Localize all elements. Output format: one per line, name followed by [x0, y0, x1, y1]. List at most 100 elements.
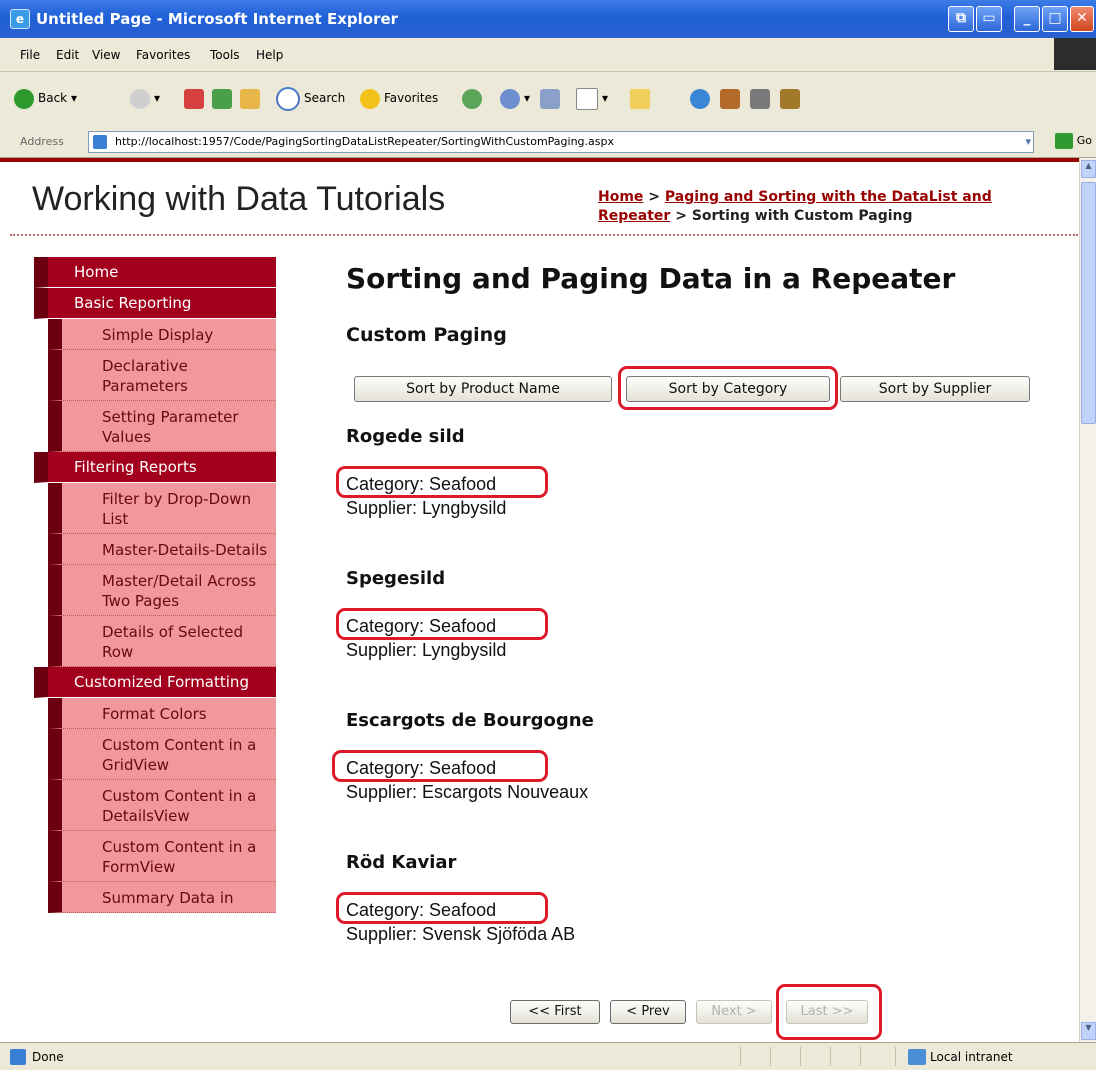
status-divider	[860, 1047, 861, 1066]
globe-icon	[690, 88, 710, 109]
title-bar: e Untitled Page - Microsoft Internet Exp…	[0, 0, 1096, 38]
pager-first-button[interactable]: << First	[510, 1000, 600, 1024]
word-icon	[576, 87, 598, 110]
status-divider	[800, 1047, 801, 1066]
scroll-down-icon[interactable]: ▼	[1081, 1022, 1096, 1040]
page-done-icon	[10, 1049, 26, 1065]
nav-filter-dropdown[interactable]: Filter by Drop-Down List	[48, 483, 276, 534]
highlight-last-button	[776, 984, 882, 1040]
star-icon	[360, 88, 380, 109]
home-icon	[240, 88, 260, 109]
breadcrumb-separator: >	[643, 189, 665, 205]
nav-custom-formview[interactable]: Custom Content in a FormView	[48, 831, 276, 882]
history-button[interactable]: ▾	[500, 86, 530, 110]
nav-customized-formatting[interactable]: Customized Formatting	[34, 667, 276, 698]
research-button[interactable]	[720, 86, 744, 110]
stop-button[interactable]	[184, 86, 208, 110]
highlight-sort-category	[618, 366, 838, 410]
tools-button[interactable]	[750, 86, 774, 110]
product-supplier: Supplier: Lyngbysild	[346, 640, 507, 660]
highlight-category	[336, 892, 548, 924]
go-button[interactable]: Go	[1055, 131, 1092, 151]
messenger-button[interactable]	[690, 86, 714, 110]
nav-custom-detailsview[interactable]: Custom Content in a DetailsView	[48, 780, 276, 831]
menu-file[interactable]: File	[20, 48, 40, 62]
nav-basic-reporting[interactable]: Basic Reporting	[34, 288, 276, 319]
security-zone: Local intranet	[930, 1050, 1013, 1064]
product-supplier: Supplier: Escargots Nouveaux	[346, 782, 589, 802]
toolbar: Back ▾ ▾ Search Favorites ▾ ▾	[0, 72, 1096, 128]
page-heading: Sorting and Paging Data in a Repeater	[346, 262, 956, 295]
product-name: Escargots de Bourgogne	[346, 710, 594, 731]
close-button[interactable]: ✕	[1070, 6, 1094, 32]
refresh-button[interactable]	[212, 86, 236, 110]
home-button[interactable]	[240, 86, 264, 110]
research-icon	[720, 88, 740, 109]
forward-button[interactable]: ▾	[130, 86, 160, 110]
site-title: Working with Data Tutorials	[32, 180, 446, 218]
breadcrumb-home-link[interactable]: Home	[598, 189, 643, 205]
status-divider	[830, 1047, 831, 1066]
maximize-button[interactable]: □	[1042, 6, 1068, 32]
product-supplier: Supplier: Lyngbysild	[346, 498, 507, 518]
minimize-button[interactable]: _	[1014, 6, 1040, 32]
status-divider	[740, 1047, 741, 1066]
mail-button[interactable]	[540, 86, 564, 110]
search-icon	[276, 86, 300, 111]
nav-summary-data[interactable]: Summary Data in	[48, 882, 276, 913]
ie-icon: e	[10, 9, 30, 29]
history-icon	[500, 88, 520, 109]
address-label: Address	[20, 135, 64, 148]
menu-tools[interactable]: Tools	[210, 48, 240, 62]
restore-icon[interactable]: ⧉	[948, 6, 974, 32]
search-button[interactable]: Search	[276, 86, 345, 111]
sort-supplier-button[interactable]: Sort by Supplier	[840, 376, 1030, 402]
vertical-scrollbar[interactable]: ▲ ▼	[1079, 158, 1096, 1042]
scroll-thumb[interactable]	[1081, 182, 1096, 424]
nav-simple-display[interactable]: Simple Display	[48, 319, 276, 350]
nav-format-colors[interactable]: Format Colors	[48, 698, 276, 729]
stop-icon	[184, 88, 204, 109]
page-icon	[93, 135, 107, 149]
nav-home[interactable]: Home	[34, 257, 276, 288]
go-arrow-icon	[1055, 133, 1074, 149]
nav-master-detail-two-pages[interactable]: Master/Detail Across Two Pages	[48, 565, 276, 616]
menu-favorites[interactable]: Favorites	[136, 48, 190, 62]
status-bar: Done Local intranet	[0, 1042, 1096, 1070]
breadcrumb: Home > Paging and Sorting with the DataL…	[598, 188, 1058, 226]
product-name: Röd Kaviar	[346, 852, 457, 873]
sort-product-name-button[interactable]: Sort by Product Name	[354, 376, 612, 402]
status-divider	[895, 1047, 896, 1066]
pager-next-button[interactable]: Next >	[696, 1000, 772, 1024]
grid-button[interactable]	[780, 86, 804, 110]
nav-master-details-details[interactable]: Master-Details-Details	[48, 534, 276, 565]
nav-filtering-reports[interactable]: Filtering Reports	[34, 452, 276, 483]
intranet-icon	[908, 1049, 926, 1065]
back-button[interactable]: Back ▾	[14, 86, 77, 110]
nav-declarative-parameters[interactable]: Declarative Parameters	[48, 350, 276, 401]
section-heading: Custom Paging	[346, 324, 507, 346]
extra-window-icon[interactable]: ▭	[976, 6, 1002, 32]
nav-custom-gridview[interactable]: Custom Content in a GridView	[48, 729, 276, 780]
mail-icon	[540, 88, 560, 109]
pager-prev-button[interactable]: < Prev	[610, 1000, 686, 1024]
nav-details-selected-row[interactable]: Details of Selected Row	[48, 616, 276, 667]
menu-edit[interactable]: Edit	[56, 48, 79, 62]
page-content: Working with Data Tutorials Home > Pagin…	[0, 158, 1080, 1046]
status-text: Done	[32, 1050, 64, 1064]
grid-icon	[780, 88, 800, 109]
windows-flag-icon	[1054, 38, 1096, 70]
window-title: Untitled Page - Microsoft Internet Explo…	[36, 10, 399, 28]
edit-button[interactable]: ▾	[576, 86, 608, 110]
address-input[interactable]: http://localhost:1957/Code/PagingSorting…	[88, 131, 1034, 153]
media-button[interactable]	[462, 86, 486, 110]
favorites-button[interactable]: Favorites	[360, 86, 438, 110]
scroll-up-icon[interactable]: ▲	[1081, 160, 1096, 178]
menu-view[interactable]: View	[92, 48, 120, 62]
nav-setting-parameter-values[interactable]: Setting Parameter Values	[48, 401, 276, 452]
menu-help[interactable]: Help	[256, 48, 283, 62]
sidebar-nav: Home Basic Reporting Simple Display Decl…	[34, 257, 276, 913]
folder-button[interactable]	[630, 86, 654, 110]
address-url: http://localhost:1957/Code/PagingSorting…	[115, 135, 614, 148]
address-dropdown-icon[interactable]: ▾	[1025, 132, 1031, 152]
